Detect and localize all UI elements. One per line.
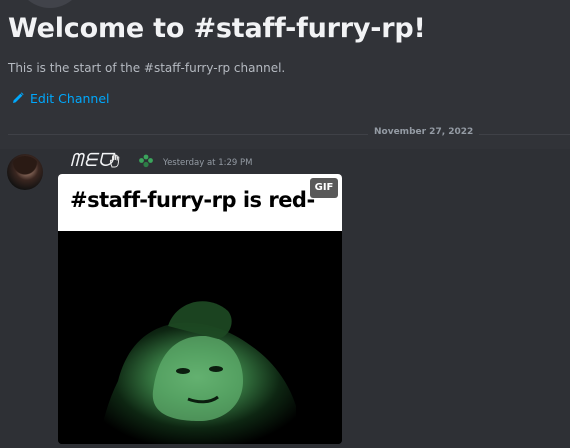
channel-icon xyxy=(16,0,84,8)
leaf-role-icon xyxy=(137,153,155,172)
gif-frame-image xyxy=(58,231,342,444)
gif-caption: #staff-furry-rp is red- xyxy=(70,188,315,212)
gif-caption-bar: #staff-furry-rp is red- xyxy=(58,174,342,231)
date-divider-label: November 27, 2022 xyxy=(368,127,480,137)
edit-channel-label: Edit Channel xyxy=(30,90,110,106)
avatar[interactable] xyxy=(7,154,43,190)
gif-embed[interactable]: #staff-furry-rp is red- GIF xyxy=(58,174,342,444)
message-timestamp: Yesterday at 1:29 PM xyxy=(163,158,253,168)
welcome-subtitle: This is the start of the #staff-furry-rp… xyxy=(8,61,286,75)
hand-emoji-icon xyxy=(108,153,124,173)
edit-channel-button[interactable]: Edit Channel xyxy=(12,88,110,108)
welcome-title: Welcome to #staff-furry-rp! xyxy=(8,13,426,44)
gif-badge: GIF xyxy=(310,178,338,198)
date-divider xyxy=(8,134,570,135)
pencil-icon xyxy=(12,92,24,104)
